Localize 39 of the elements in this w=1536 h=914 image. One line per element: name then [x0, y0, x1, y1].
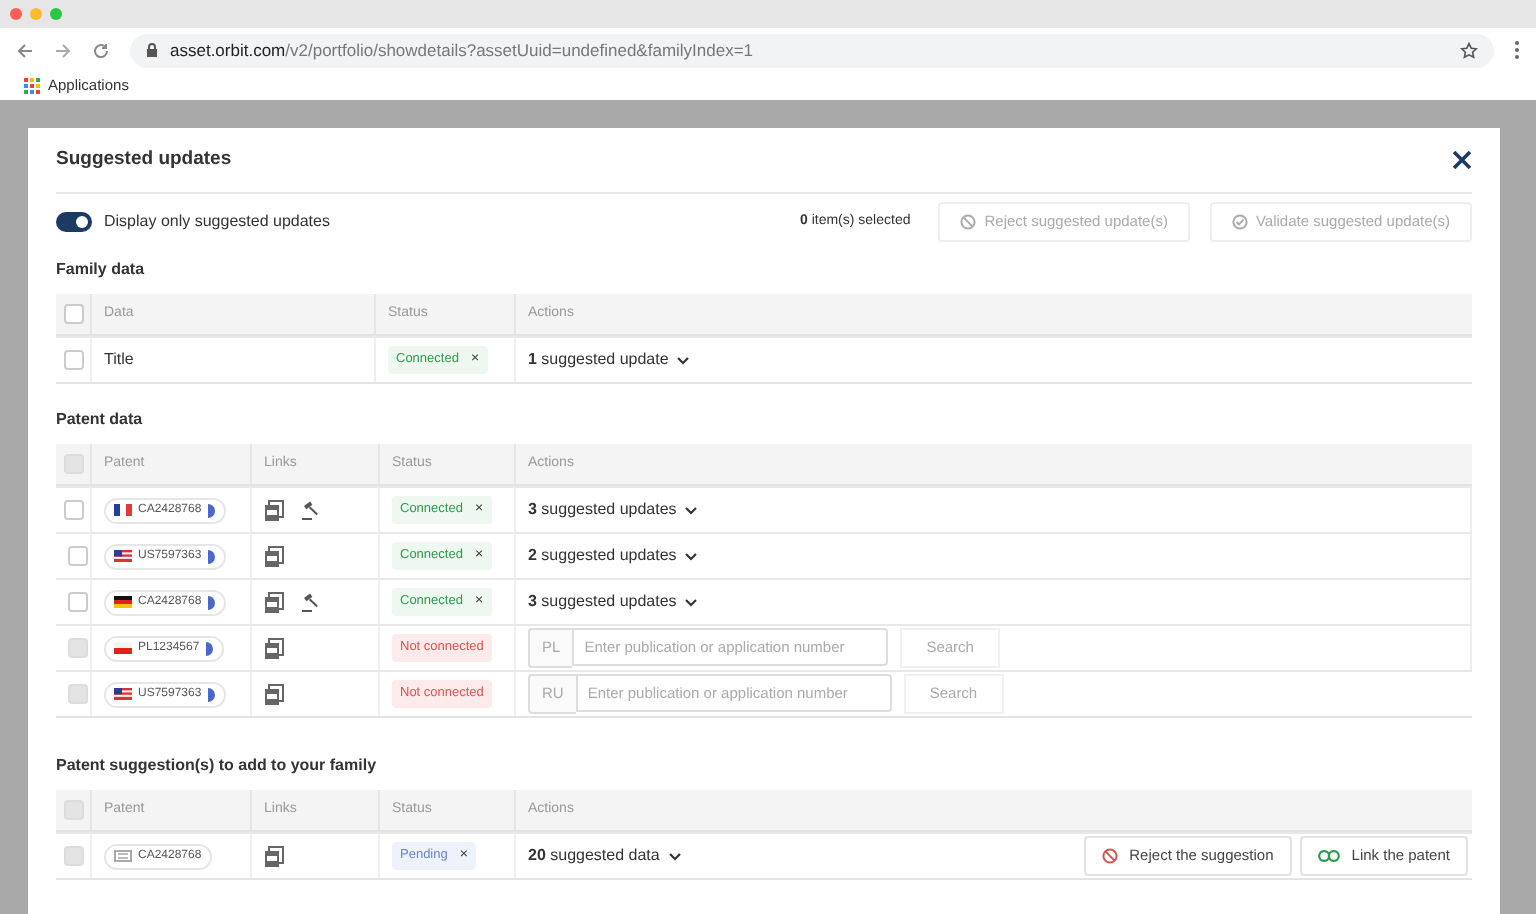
table-cell: Title: [104, 348, 134, 372]
link-icon: [1317, 850, 1340, 862]
section-title: Patent suggestion(s) to add to your family: [56, 754, 379, 778]
close-button[interactable]: [1452, 150, 1472, 170]
url-text: asset.orbit.com/v2/portfolio/showdetails?assetUuid=undefined&familyIndex=1: [170, 37, 754, 63]
checkbox[interactable]: [68, 592, 88, 612]
suggested-updates-text[interactable]: 1 suggested update: [528, 348, 669, 372]
chevron-down-icon[interactable]: [667, 851, 682, 861]
gavel-icon[interactable]: [300, 500, 320, 520]
suggested-updates-text[interactable]: 3 suggested updates: [528, 590, 677, 614]
check-circle-icon: [1231, 214, 1248, 230]
address-bar[interactable]: asset.orbit.com/v2/portfolio/showdetails?assetUuid=undefined&familyIndex=1: [130, 33, 1494, 67]
checkbox[interactable]: [64, 500, 84, 520]
suggested-updates-text[interactable]: 2 suggested updates: [528, 544, 677, 568]
back-icon[interactable]: [16, 41, 34, 59]
checkbox[interactable]: [64, 350, 84, 370]
reload-icon[interactable]: [92, 41, 110, 59]
ban-icon: [960, 214, 977, 230]
star-icon[interactable]: [1460, 41, 1478, 59]
pdf-icon[interactable]: [264, 499, 284, 521]
checkbox[interactable]: [64, 304, 84, 324]
suggested-updates-text[interactable]: 3 suggested updates: [528, 498, 677, 522]
chevron-down-icon[interactable]: [684, 551, 699, 561]
modal-title: Suggested updates: [56, 145, 232, 174]
apps-grid-icon[interactable]: [24, 78, 40, 94]
toggle-label: Display only suggested updates: [104, 210, 330, 234]
chevron-down-icon[interactable]: [684, 505, 699, 515]
lock-icon: [146, 42, 158, 58]
section-title: Patent data: [56, 408, 145, 432]
menu-icon[interactable]: [1514, 40, 1520, 60]
section-title: Family data: [56, 258, 147, 282]
chevron-down-icon[interactable]: [676, 355, 691, 365]
gavel-icon[interactable]: [300, 592, 320, 612]
toggle-switch[interactable]: [56, 212, 92, 232]
ban-icon: [1101, 848, 1118, 864]
chevron-down-icon[interactable]: [684, 597, 699, 607]
pdf-icon[interactable]: [264, 591, 284, 613]
pdf-icon[interactable]: [264, 545, 284, 567]
checkbox[interactable]: [68, 546, 88, 566]
